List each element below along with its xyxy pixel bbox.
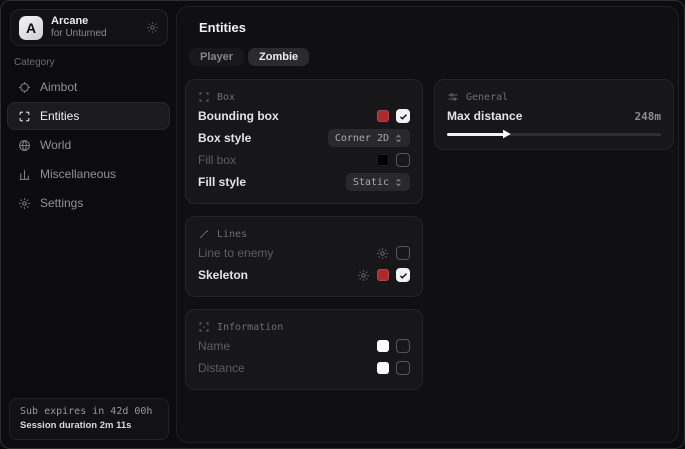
line-to-enemy-gear-icon[interactable] [376, 247, 389, 260]
slider-fill [447, 133, 505, 136]
distance-checkbox[interactable] [396, 361, 410, 375]
fill-box-row: Fill box [198, 149, 410, 171]
line-to-enemy-label: Line to enemy [198, 246, 273, 260]
name-color-swatch[interactable] [377, 340, 389, 352]
bounding-box-checkbox[interactable] [396, 109, 410, 123]
tab-bar: Player Zombie [189, 48, 309, 66]
sliders-icon [447, 91, 459, 103]
sidebar-item-miscellaneous[interactable]: Miscellaneous [7, 160, 170, 188]
brand-logo: A [19, 16, 43, 40]
brand-gear-icon[interactable] [146, 21, 159, 34]
box-card: Box Bounding box Box style Corner 2D [185, 79, 423, 204]
brand-subtitle: for Unturned [51, 28, 107, 40]
information-card-header: Information [198, 319, 410, 335]
box-corners-icon [198, 91, 210, 103]
session-duration-text: Session duration 2m 11s [20, 420, 158, 431]
tab-zombie[interactable]: Zombie [248, 48, 309, 66]
information-card: Information Name Distance [185, 309, 423, 390]
bars-icon [18, 168, 31, 181]
fill-style-row: Fill style Static [198, 171, 410, 193]
main-panel: Entities Player Zombie Box Bounding box [176, 6, 679, 443]
box-style-value: Corner 2D [335, 133, 389, 144]
left-column: Box Bounding box Box style Corner 2D [185, 79, 423, 390]
bounding-box-row: Bounding box [198, 105, 410, 127]
max-distance-slider[interactable] [447, 129, 661, 139]
fill-box-checkbox[interactable] [396, 153, 410, 167]
sub-expires-text: Sub expires in 42d 00h [20, 406, 158, 417]
focus-icon [198, 321, 210, 333]
sidebar-item-settings[interactable]: Settings [7, 189, 170, 217]
sidebar-item-label: World [40, 138, 71, 152]
box-style-select[interactable]: Corner 2D [328, 129, 410, 147]
chevrons-up-down-icon [394, 178, 403, 187]
name-label: Name [198, 339, 230, 353]
sidebar-item-entities[interactable]: Entities [7, 102, 170, 130]
line-to-enemy-row: Line to enemy [198, 242, 410, 264]
subscription-card: Sub expires in 42d 00h Session duration … [9, 398, 169, 440]
crosshair-icon [18, 81, 31, 94]
slider-thumb[interactable] [503, 130, 511, 139]
skeleton-checkbox[interactable] [396, 268, 410, 282]
fill-box-color-swatch[interactable] [377, 154, 389, 166]
general-card-title: General [466, 92, 508, 103]
skeleton-label: Skeleton [198, 268, 248, 282]
name-checkbox[interactable] [396, 339, 410, 353]
general-card: General Max distance 248m [434, 79, 674, 150]
sidebar-item-label: Miscellaneous [40, 167, 116, 181]
bounding-box-label: Bounding box [198, 109, 279, 123]
fill-style-label: Fill style [198, 175, 246, 189]
sidebar-item-label: Aimbot [40, 80, 77, 94]
app-window: A Arcane for Unturned Category Aimbot [0, 0, 685, 449]
box-card-header: Box [198, 89, 410, 105]
gear-icon [18, 197, 31, 210]
category-label: Category [14, 57, 55, 68]
lines-card: Lines Line to enemy Skeleton [185, 216, 423, 297]
chevrons-up-down-icon [394, 134, 403, 143]
distance-label: Distance [198, 361, 245, 375]
sidebar: A Arcane for Unturned Category Aimbot [1, 1, 176, 448]
lines-card-header: Lines [198, 226, 410, 242]
skeleton-color-swatch[interactable] [377, 269, 389, 281]
brand-name: Arcane [51, 15, 107, 28]
right-column: General Max distance 248m [434, 79, 674, 150]
sidebar-item-label: Settings [40, 196, 83, 210]
max-distance-slider-row [447, 129, 661, 139]
line-icon [198, 228, 210, 240]
sidebar-item-label: Entities [40, 109, 79, 123]
max-distance-value: 248m [635, 110, 662, 123]
sidebar-item-world[interactable]: World [7, 131, 170, 159]
box-card-title: Box [217, 92, 235, 103]
max-distance-row: Max distance 248m [447, 105, 661, 127]
box-style-label: Box style [198, 131, 251, 145]
fill-box-label: Fill box [198, 153, 236, 167]
scan-icon [18, 110, 31, 123]
brand-card: A Arcane for Unturned [10, 9, 168, 46]
sidebar-nav: Aimbot Entities World Miscellaneous [7, 73, 170, 217]
page-title: Entities [199, 20, 246, 35]
sidebar-item-aimbot[interactable]: Aimbot [7, 73, 170, 101]
distance-color-swatch[interactable] [377, 362, 389, 374]
fill-style-value: Static [353, 177, 389, 188]
skeleton-row: Skeleton [198, 264, 410, 286]
skeleton-gear-icon[interactable] [357, 269, 370, 282]
globe-icon [18, 139, 31, 152]
lines-card-title: Lines [217, 229, 247, 240]
brand-text: Arcane for Unturned [51, 15, 107, 39]
distance-row: Distance [198, 357, 410, 379]
bounding-box-color-swatch[interactable] [377, 110, 389, 122]
information-card-title: Information [217, 322, 283, 333]
name-row: Name [198, 335, 410, 357]
box-style-row: Box style Corner 2D [198, 127, 410, 149]
fill-style-select[interactable]: Static [346, 173, 410, 191]
general-card-header: General [447, 89, 661, 105]
tab-player[interactable]: Player [189, 48, 244, 66]
max-distance-label: Max distance [447, 109, 522, 123]
line-to-enemy-checkbox[interactable] [396, 246, 410, 260]
